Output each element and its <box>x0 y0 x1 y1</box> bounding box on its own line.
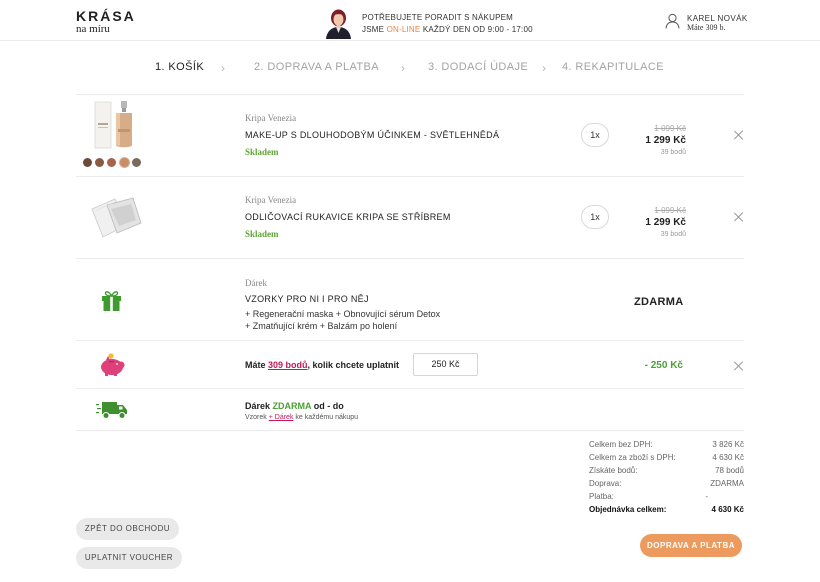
gift-name: VZORKY PRO NI I PRO NĚJ <box>245 294 369 304</box>
color-swatch[interactable] <box>107 158 116 167</box>
points-amount-input[interactable]: 250 Kč <box>413 353 478 376</box>
step-delivery-details[interactable]: 3. DODACÍ ÚDAJE <box>428 61 528 73</box>
summary-label: Platba: <box>589 492 614 501</box>
summary-label: Celkem za zboží s DPH: <box>589 453 676 462</box>
color-swatch-selected[interactable] <box>119 157 130 168</box>
summary-value: 4 630 Kč <box>712 453 744 462</box>
summary-value: 78 bodů <box>715 466 744 475</box>
gift-line: + Regenerační maska + Obnovující sérum D… <box>245 309 441 319</box>
price-current: 1 299 Kč <box>645 135 686 146</box>
chevron-right-icon: › <box>401 61 405 75</box>
remove-item-icon[interactable] <box>734 212 744 222</box>
summary-label: Doprava: <box>589 479 622 488</box>
summary-row: Celkem bez DPH: 3 826 Kč <box>589 440 744 453</box>
step-shipping-payment[interactable]: 2. DOPRAVA A PLATBA <box>254 61 379 73</box>
user-points: Máte 309 b. <box>687 23 726 32</box>
price-old: 1 099 Kč <box>654 124 686 133</box>
points-balance-link[interactable]: 309 bodů <box>268 360 308 370</box>
delivery-truck-icon <box>96 400 128 425</box>
back-to-shop-button[interactable]: ZPĚT DO OBCHODU <box>76 518 179 540</box>
free-gift-row: Dárek ZDARMA od - do Vzorek + Dárek ke k… <box>76 388 744 431</box>
gift-row: Dárek VZORKY PRO NI I PRO NĚJ + Regenera… <box>76 258 744 340</box>
product-brand: Kripa Venezia <box>245 195 297 205</box>
order-summary: Celkem bez DPH: 3 826 Kč Celkem za zboží … <box>589 440 744 518</box>
remove-item-icon[interactable] <box>734 130 744 140</box>
price-current: 1 299 Kč <box>645 217 686 228</box>
cart-item-row: Kripa Venezia ODLIČOVACÍ RUKAVICE KRIPA … <box>76 176 744 258</box>
summary-label: Získáte bodů: <box>589 466 638 475</box>
price-points: 39 bodů <box>660 149 686 156</box>
step-cart[interactable]: 1. KOŠÍK <box>155 61 204 73</box>
gift-line: + Zmatňující krém + Balzám po holení <box>245 321 398 331</box>
summary-row: Platba: - <box>589 492 744 505</box>
summary-value: - <box>705 492 708 501</box>
free-gift-subtitle: Vzorek + Dárek ke každému nákupu <box>245 414 359 421</box>
summary-value: 3 826 Kč <box>712 440 744 449</box>
user-icon <box>665 13 680 34</box>
help-line-1: POTŘEBUJETE PORADIT S NÁKUPEM <box>362 13 514 22</box>
user-name: KAREL NOVÁK <box>687 14 748 23</box>
apply-voucher-button[interactable]: UPLATNIT VOUCHER <box>76 547 182 569</box>
gift-icon <box>101 290 122 317</box>
checkout-steps: 1. KOŠÍK › 2. DOPRAVA A PLATBA › 3. DODA… <box>0 61 820 75</box>
chevron-right-icon: › <box>221 61 225 75</box>
summary-value: ZDARMA <box>710 479 744 488</box>
step-recap[interactable]: 4. REKAPITULACE <box>562 61 664 73</box>
consultant-avatar <box>324 7 353 39</box>
help-line-2: JSME ON-LINE KAŽDÝ DEN OD 9:00 - 17:00 <box>362 25 533 34</box>
summary-row: Doprava: ZDARMA <box>589 479 744 492</box>
product-brand: Kripa Venezia <box>245 113 297 123</box>
cart-item-row: Kripa Venezia MAKE-UP S DLOUHODOBÝM ÚČIN… <box>76 94 744 176</box>
gift-label: Dárek <box>245 278 267 288</box>
stock-status: Skladem <box>245 229 279 239</box>
quantity-selector[interactable]: 1x <box>581 205 609 229</box>
color-swatch[interactable] <box>95 158 104 167</box>
product-name[interactable]: ODLIČOVACÍ RUKAVICE KRIPA SE STŘÍBREM <box>245 212 451 222</box>
quantity-selector[interactable]: 1x <box>581 123 609 147</box>
summary-total-value: 4 630 Kč <box>711 505 744 514</box>
gift-price: ZDARMA <box>634 296 684 308</box>
loyalty-points-row: Máte 309 bodů, kolik chcete uplatnit 250… <box>76 340 744 388</box>
color-swatch[interactable] <box>132 158 141 167</box>
free-gift-link[interactable]: + Dárek <box>269 414 294 421</box>
online-status: ON-LINE <box>386 25 421 34</box>
price-points: 39 bodů <box>660 231 686 238</box>
chevron-right-icon: › <box>542 61 546 75</box>
product-image[interactable] <box>91 99 136 151</box>
logo-main-text: KRÁSA <box>76 8 136 24</box>
free-gift-highlight: ZDARMA <box>272 401 312 411</box>
color-swatch[interactable] <box>83 158 92 167</box>
remove-points-icon[interactable] <box>734 361 744 371</box>
summary-total-label: Objednávka celkem: <box>589 505 667 514</box>
logo-sub-text: na míru <box>76 23 110 35</box>
summary-row: Získáte bodů: 78 bodů <box>589 466 744 479</box>
piggy-bank-icon <box>98 353 126 382</box>
summary-label: Celkem bez DPH: <box>589 440 653 449</box>
price-old: 1 099 Kč <box>654 206 686 215</box>
continue-shipping-payment-button[interactable]: DOPRAVA A PLATBA <box>640 534 742 557</box>
gift-contents: + Regenerační maska + Obnovující sérum D… <box>245 308 440 332</box>
points-discount: - 250 Kč <box>644 360 683 371</box>
summary-row: Celkem za zboží s DPH: 4 630 Kč <box>589 453 744 466</box>
product-image[interactable] <box>89 193 144 241</box>
site-header: KRÁSA na míru POTŘEBUJETE PORADIT S NÁKU… <box>0 0 820 41</box>
product-name[interactable]: MAKE-UP S DLOUHODOBÝM ÚČINKEM - SVĚTLEHN… <box>245 130 499 140</box>
site-logo[interactable]: KRÁSA na míru <box>76 9 136 35</box>
summary-total-row: Objednávka celkem: 4 630 Kč <box>589 505 744 518</box>
help-contact-text: POTŘEBUJETE PORADIT S NÁKUPEM JSME ON-LI… <box>362 12 533 36</box>
free-gift-title: Dárek ZDARMA od - do <box>245 401 344 411</box>
points-question: Máte 309 bodů, kolik chcete uplatnit <box>245 360 400 370</box>
stock-status: Skladem <box>245 147 279 157</box>
